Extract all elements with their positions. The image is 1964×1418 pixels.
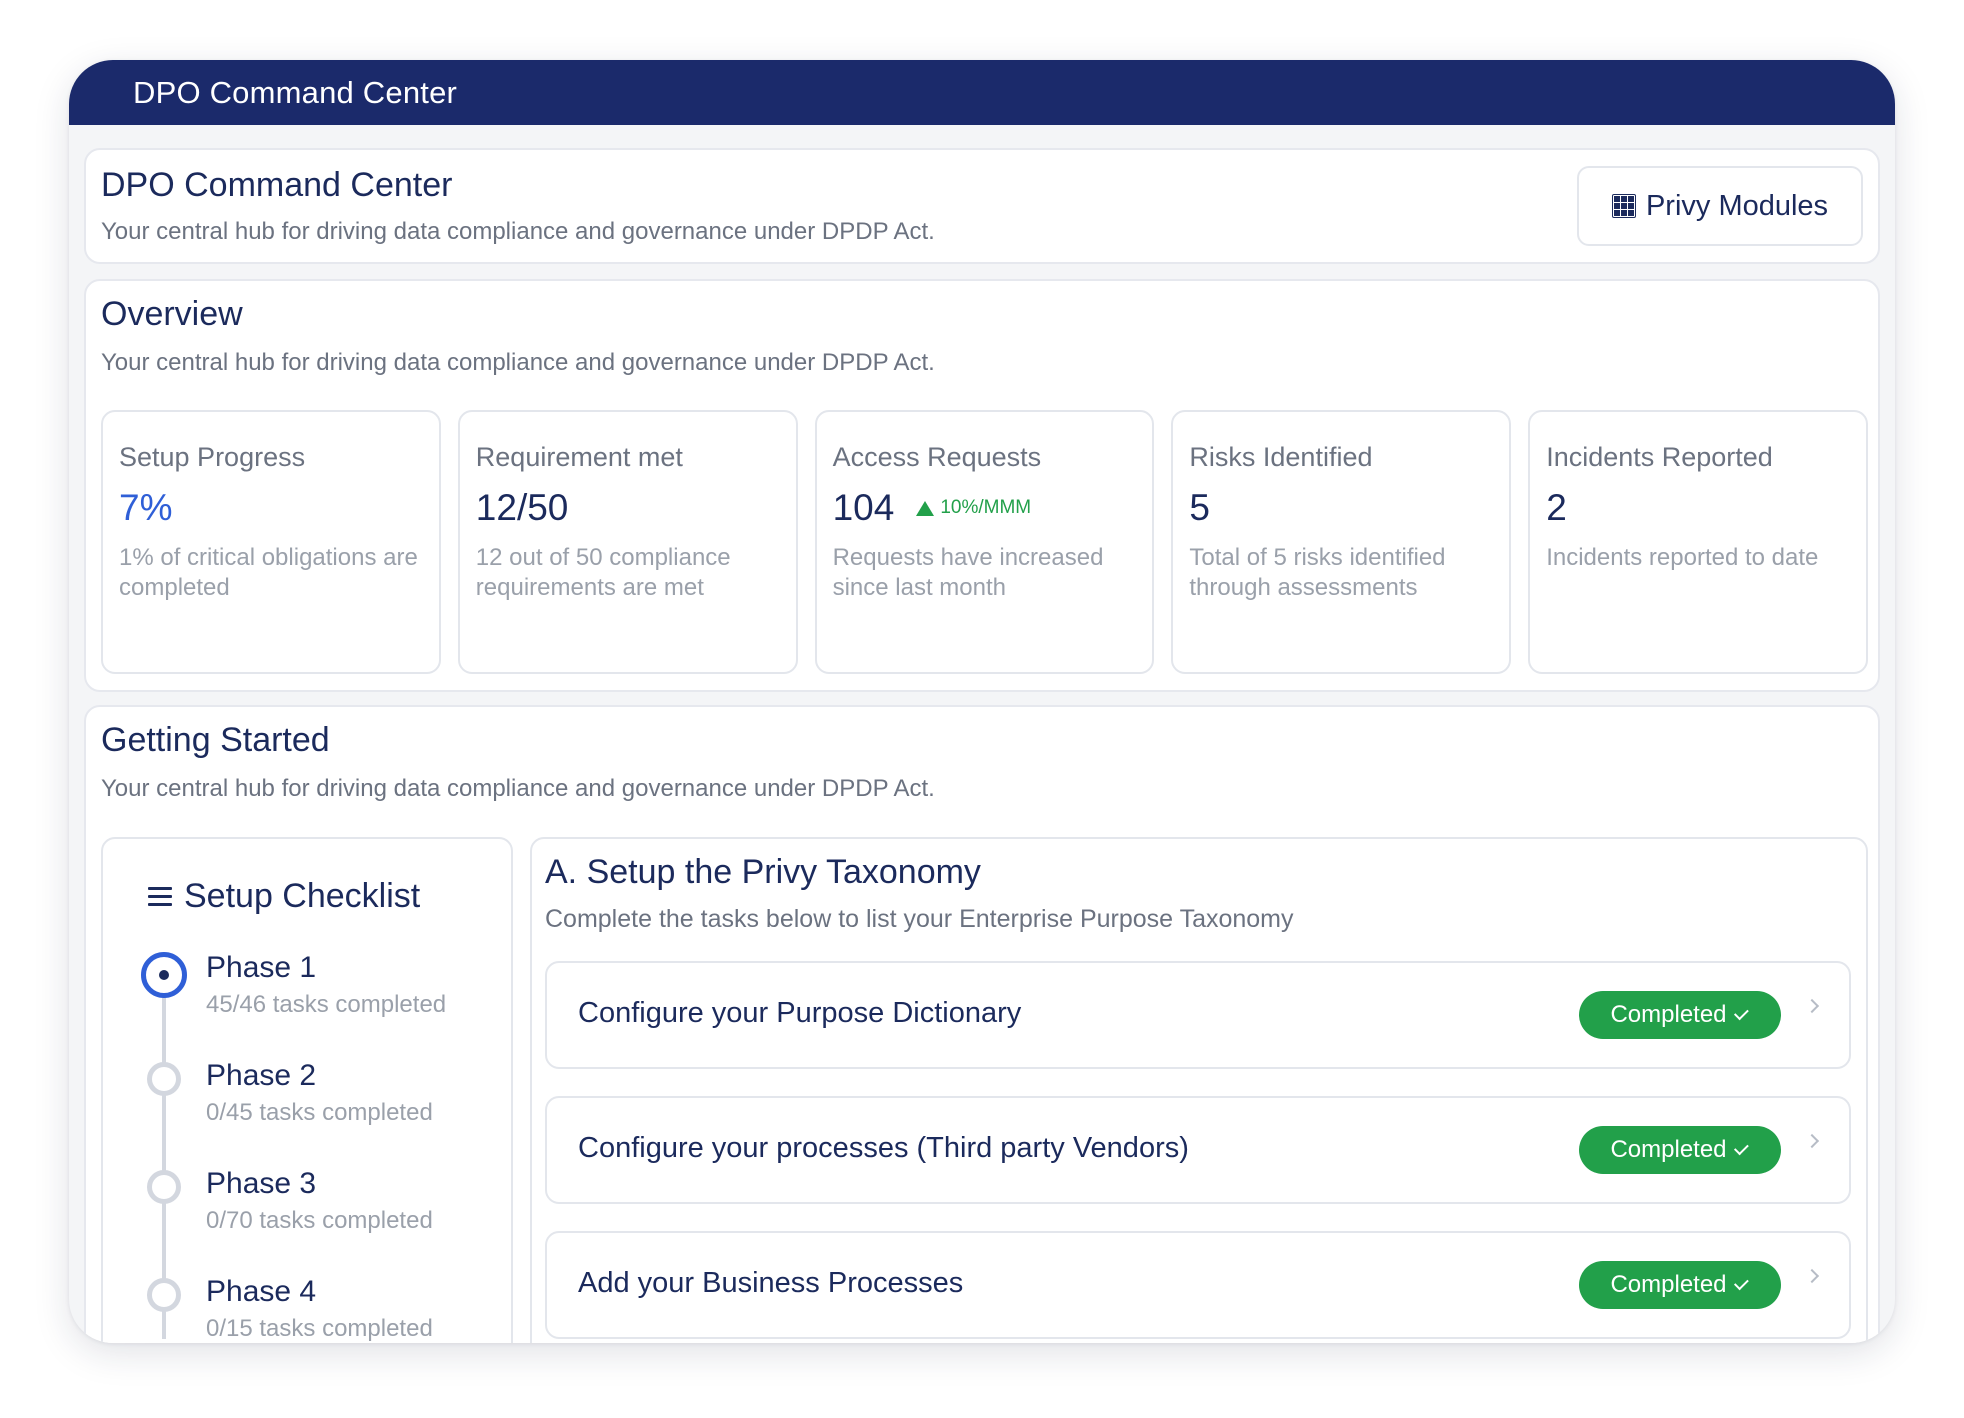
stat-value: 5 — [1189, 487, 1210, 528]
overview-subtitle: Your central hub for driving data compli… — [101, 349, 935, 376]
taxonomy-title: A. Setup the Privy Taxonomy — [545, 853, 981, 891]
stat-value: 12/50 — [475, 487, 569, 528]
app-window: DPO Command Center DPO Command Center Yo… — [69, 60, 1895, 1343]
task-name: Configure your Purpose Dictionary — [578, 997, 1022, 1029]
status-badge: Completed — [1579, 1126, 1781, 1174]
privy-modules-label: Privy Modules — [1645, 189, 1829, 222]
phase-item-2[interactable]: Phase 2 0/45 tasks completed — [103, 1059, 511, 1139]
phase-pending-icon — [147, 1170, 181, 1204]
trend-value: 10%/MMM — [940, 497, 1032, 518]
phase-item-3[interactable]: Phase 3 0/70 tasks completed — [103, 1167, 511, 1247]
status-label: Completed — [1610, 1001, 1727, 1028]
check-icon — [1733, 1005, 1749, 1021]
getting-started-card: Getting Started Your central hub for dri… — [84, 705, 1880, 1343]
stat-card-setup-progress[interactable]: Setup Progress 7% 1% of critical obligat… — [101, 410, 441, 674]
stat-description: 12 out of 50 compliance requirements are… — [475, 544, 731, 601]
stat-description: 1% of critical obligations are completed — [119, 544, 418, 601]
stat-value: 7% — [119, 487, 173, 528]
chevron-right-icon[interactable] — [1804, 1268, 1820, 1284]
window-titlebar: DPO Command Center — [69, 60, 1895, 125]
trend-indicator: 10%/MMM — [916, 497, 1031, 519]
getting-started-title: Getting Started — [101, 721, 330, 759]
taxonomy-subtitle: Complete the tasks below to list your En… — [545, 905, 1294, 933]
phase-item-1[interactable]: Phase 1 45/46 tasks completed — [103, 951, 511, 1031]
status-label: Completed — [1610, 1271, 1727, 1298]
phase-active-icon — [141, 952, 187, 998]
check-icon — [1733, 1275, 1749, 1291]
task-item-purpose-dictionary[interactable]: Configure your Purpose Dictionary Comple… — [545, 961, 1851, 1069]
stat-description: Incidents reported to date — [1546, 544, 1819, 571]
stat-label: Requirement met — [475, 442, 683, 472]
stat-card-access-requests[interactable]: Access Requests 104 10%/MMM Requests hav… — [814, 410, 1155, 674]
menu-icon — [148, 887, 172, 906]
phase-tasks: 0/70 tasks completed — [206, 1207, 433, 1234]
task-name: Add your Business Processes — [578, 1267, 964, 1299]
stat-description: Total of 5 risks identified through asse… — [1189, 544, 1446, 601]
phase-name: Phase 2 — [206, 1059, 317, 1092]
stat-value: 2 — [1546, 487, 1567, 528]
trend-up-icon — [916, 500, 935, 516]
page-subtitle: Your central hub for driving data compli… — [101, 218, 935, 245]
stat-card-requirement-met[interactable]: Requirement met 12/50 12 out of 50 compl… — [457, 410, 798, 674]
phase-tasks: 0/45 tasks completed — [206, 1099, 433, 1126]
overview-title: Overview — [101, 295, 243, 333]
chevron-right-icon[interactable] — [1804, 1133, 1820, 1149]
phase-name: Phase 1 — [206, 951, 317, 984]
setup-checklist-header: Setup Checklist — [148, 877, 420, 916]
privy-modules-button[interactable]: Privy Modules — [1577, 166, 1863, 246]
setup-checklist-panel: Setup Checklist Phase 1 45/46 tasks comp… — [101, 837, 513, 1343]
stat-label: Access Requests — [832, 442, 1042, 472]
phase-tasks: 0/15 tasks completed — [206, 1315, 433, 1342]
getting-started-subtitle: Your central hub for driving data compli… — [101, 775, 935, 802]
stat-card-incidents-reported[interactable]: Incidents Reported 2 Incidents reported … — [1528, 410, 1868, 674]
stat-label: Setup Progress — [119, 442, 306, 472]
phase-pending-icon — [147, 1062, 181, 1096]
phase-name: Phase 3 — [206, 1167, 317, 1200]
page-title: DPO Command Center — [101, 166, 453, 204]
taxonomy-panel: A. Setup the Privy Taxonomy Complete the… — [530, 837, 1868, 1343]
stats-row: Setup Progress 7% 1% of critical obligat… — [101, 410, 1868, 674]
grid-icon — [1611, 194, 1636, 218]
status-label: Completed — [1610, 1136, 1727, 1163]
phase-pending-icon — [147, 1278, 181, 1312]
phase-item-4[interactable]: Phase 4 0/15 tasks completed — [103, 1275, 511, 1343]
check-icon — [1733, 1140, 1749, 1156]
setup-checklist-title: Setup Checklist — [184, 877, 421, 915]
task-item-business-processes[interactable]: Add your Business Processes Completed — [545, 1231, 1851, 1339]
overview-card: Overview Your central hub for driving da… — [84, 279, 1880, 692]
phase-tasks: 45/46 tasks completed — [206, 991, 447, 1018]
status-badge: Completed — [1579, 991, 1781, 1039]
stat-card-risks-identified[interactable]: Risks Identified 5 Total of 5 risks iden… — [1171, 410, 1512, 674]
status-badge: Completed — [1579, 1261, 1781, 1309]
task-name: Configure your processes (Third party Ve… — [578, 1132, 1189, 1164]
stat-label: Incidents Reported — [1546, 442, 1773, 472]
stat-value: 104 — [832, 487, 895, 528]
header-card: DPO Command Center Your central hub for … — [84, 148, 1880, 264]
phase-name: Phase 4 — [206, 1275, 317, 1308]
stat-description: Requests have increased since last month — [832, 544, 1104, 601]
task-item-processes-vendors[interactable]: Configure your processes (Third party Ve… — [545, 1096, 1851, 1204]
stat-label: Risks Identified — [1189, 442, 1373, 472]
chevron-right-icon[interactable] — [1804, 998, 1820, 1014]
